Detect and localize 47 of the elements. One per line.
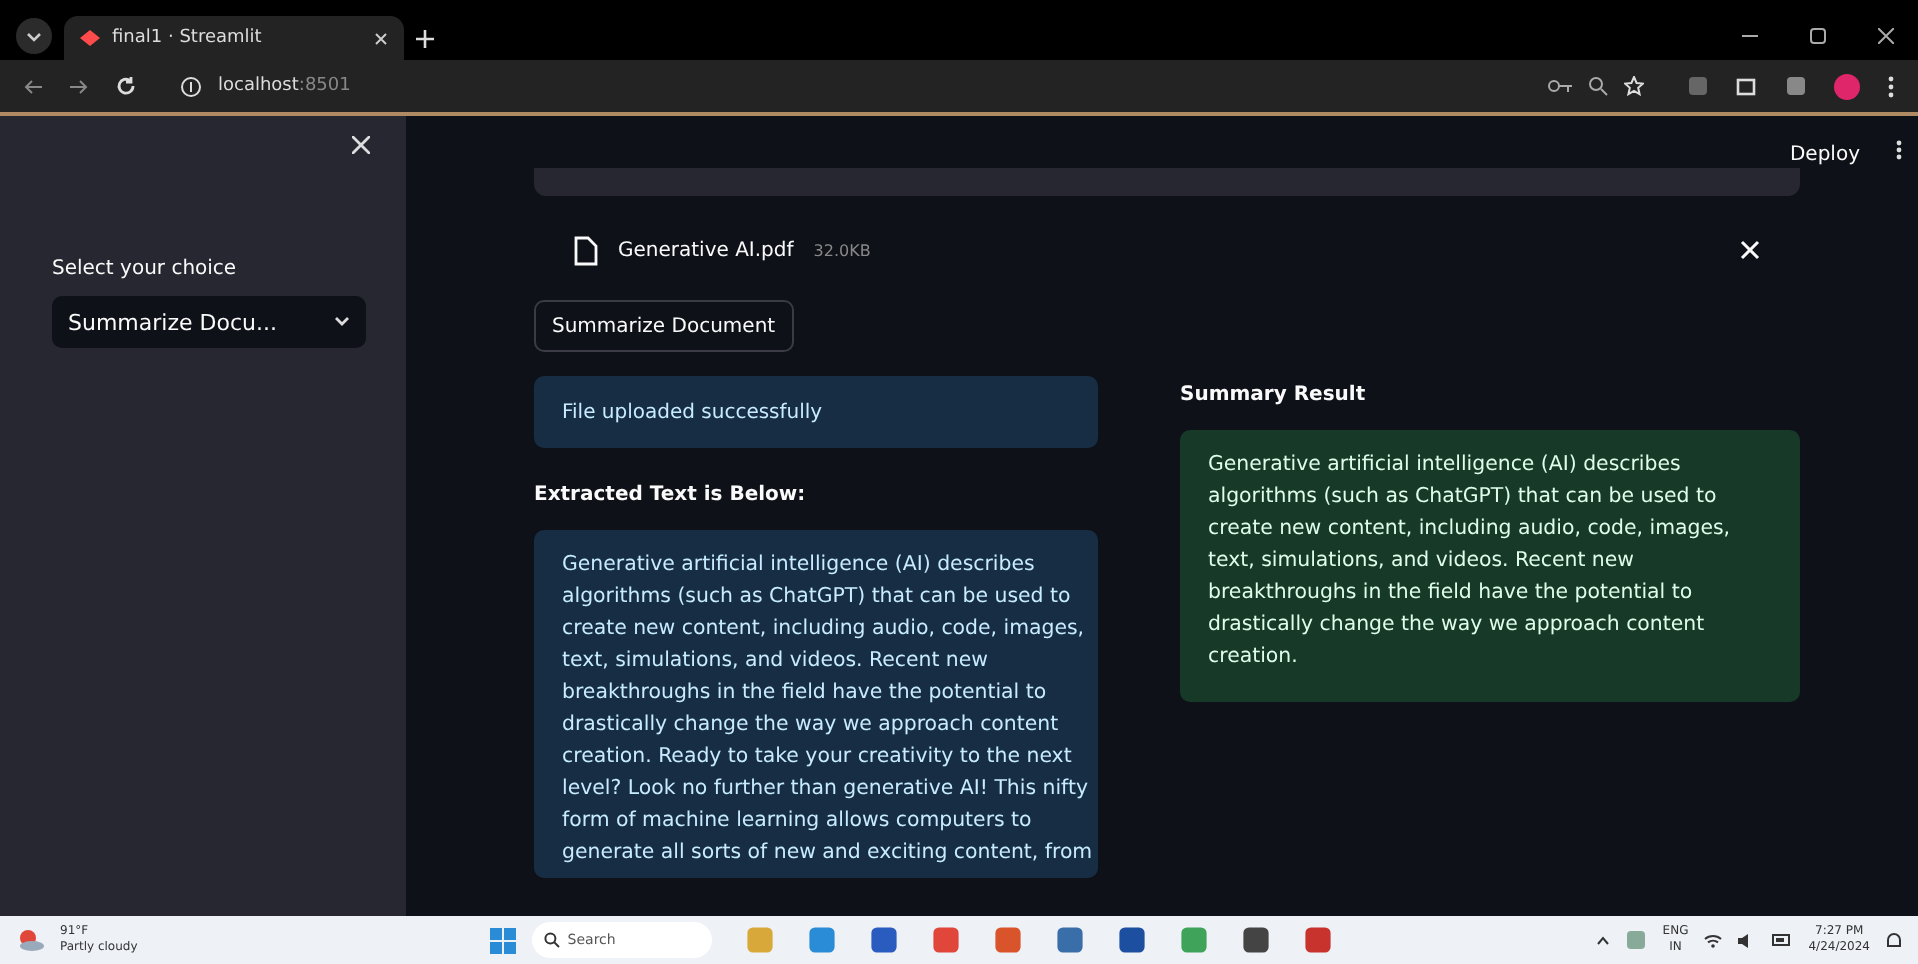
extracted-text: Generative artificial intelligence (AI) describes algorithms (such as ChatGPT) that can be used to create new content, including audio, code, images, text, simulations, and videos. Recent new breakthroughs in the field have the potential to drastically change the way we approach content creation. Ready to take your creativity to the next level? Look no further than generative AI! This nifty form of machine learning allows computers to generate all sorts of new and exciting content, from (534, 530, 1098, 878)
chevron-up-icon[interactable] (1596, 935, 1611, 945)
maximize-icon[interactable] (1810, 27, 1826, 43)
close-icon[interactable] (1878, 27, 1894, 43)
app-icon[interactable] (1303, 926, 1332, 954)
bell-icon[interactable] (1886, 931, 1902, 949)
choice-select[interactable]: Summarize Docu... (52, 296, 366, 348)
weather-icon[interactable] (16, 928, 44, 952)
menu-icon[interactable] (1888, 75, 1894, 97)
search-icon (543, 932, 560, 948)
battery-icon[interactable] (1772, 934, 1793, 946)
wifi-icon[interactable] (1704, 933, 1723, 947)
deploy-button[interactable]: Deploy (1789, 140, 1896, 168)
windows-logo-icon[interactable] (489, 927, 516, 953)
app-icon[interactable] (1241, 926, 1270, 954)
app-icon[interactable] (1117, 926, 1146, 954)
file-size: 32.0KB (813, 241, 871, 259)
success-message: File uploaded successfully (534, 376, 1098, 448)
profile-avatar[interactable] (1834, 73, 1860, 99)
star-icon[interactable] (1624, 76, 1644, 96)
forward-arrow-icon[interactable] (70, 77, 88, 95)
app-icon[interactable] (869, 926, 898, 954)
url-text[interactable]: localhost:8501 (218, 76, 351, 96)
site-info-icon[interactable] (180, 75, 202, 97)
summary-text: Generative artificial intelligence (AI) describes algorithms (such as ChatGPT) that can be used to create new content, including audio, code, images, text, simulations, and videos. Recent new breakthroughs in the field have the potential to drastically change the way we approach content creation. (1180, 430, 1800, 702)
tab-search-button[interactable] (16, 18, 52, 54)
remove-file-button[interactable] (1740, 240, 1760, 260)
app-icon[interactable] (1055, 926, 1084, 954)
key-icon[interactable] (1548, 78, 1572, 94)
tab-title: final1 · Streamlit (112, 28, 264, 48)
back-arrow-icon[interactable] (24, 77, 42, 95)
close-icon[interactable] (374, 31, 388, 45)
streamlit-logo-icon (80, 30, 100, 46)
extracted-heading: Extracted Text is Below: (534, 484, 808, 506)
new-tab-icon[interactable] (416, 30, 434, 48)
select-label: Select your choice (52, 258, 239, 280)
file-name: Generative AI.pdf (618, 239, 794, 261)
chevron-down-icon (26, 28, 42, 44)
zoom-icon[interactable] (1588, 76, 1608, 96)
summary-heading: Summary Result (1180, 384, 1368, 406)
reload-icon[interactable] (116, 76, 136, 96)
menu-icon[interactable] (1896, 140, 1902, 160)
app-icon[interactable] (931, 926, 960, 954)
file-icon (574, 235, 598, 265)
browser-tab[interactable]: final1 · Streamlit (64, 16, 404, 60)
summarize-button[interactable]: Summarize Document (534, 300, 794, 352)
chevron-down-icon (334, 316, 350, 328)
